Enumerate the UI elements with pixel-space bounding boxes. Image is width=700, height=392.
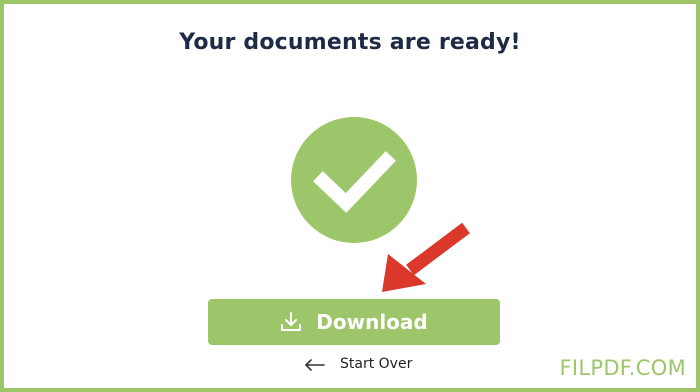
page-title: Your documents are ready! [179, 30, 521, 55]
download-icon [280, 311, 302, 333]
site-watermark: FILPDF.COM [559, 356, 686, 380]
content-frame: Your documents are ready! Download Start… [0, 0, 700, 392]
download-button-label: Download [316, 310, 428, 334]
download-button[interactable]: Download [208, 299, 500, 345]
arrow-left-icon [304, 358, 326, 371]
start-over-label: Start Over [340, 356, 413, 372]
red-arrow-icon [374, 214, 484, 304]
start-over-link[interactable]: Start Over [304, 354, 412, 374]
